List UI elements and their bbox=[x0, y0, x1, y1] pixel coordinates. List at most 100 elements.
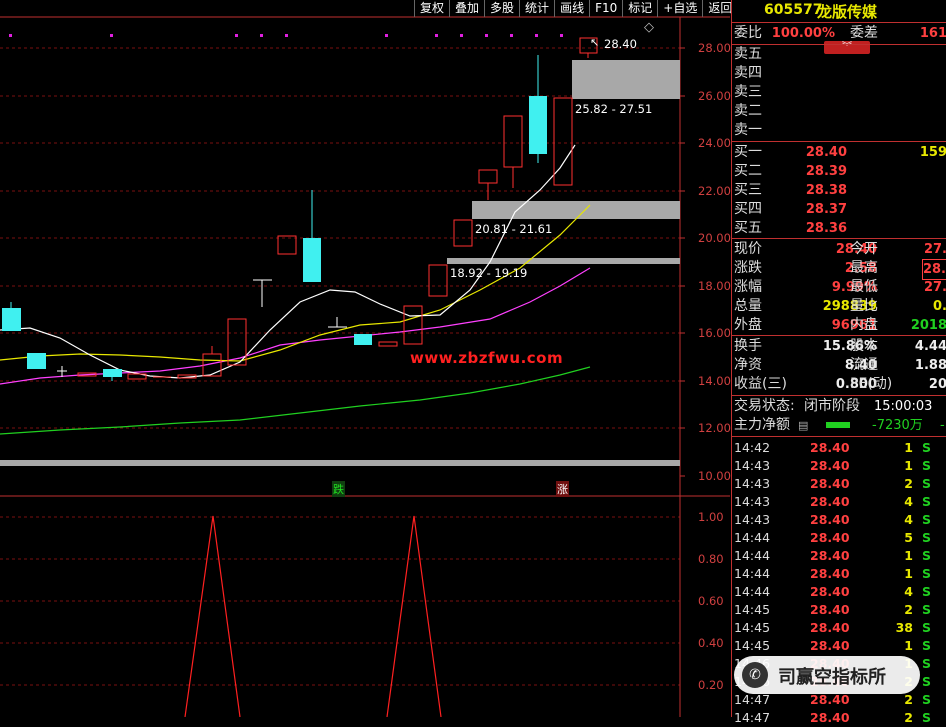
toolbar-overlay-button[interactable]: 叠加 bbox=[449, 0, 484, 17]
stat-label: 净资 bbox=[734, 357, 762, 373]
stat-label: 今开 bbox=[850, 241, 878, 257]
price-tick: 28.00 bbox=[698, 41, 731, 55]
tick-price: 28.40 bbox=[810, 548, 850, 563]
indicator-line bbox=[184, 515, 241, 717]
zone-label-upper: 25.82 - 27.51 bbox=[575, 102, 653, 116]
chart-toolbar: 复权 叠加 多股 统计 画线 F10 标记 +自选 返回 bbox=[414, 0, 737, 17]
price-tick: 16.00 bbox=[698, 326, 731, 340]
sell-row: 卖一 bbox=[732, 121, 946, 140]
price-gridlines bbox=[0, 47, 680, 686]
price-tick: 12.00 bbox=[698, 421, 731, 435]
stat-row: 涨跌 2.58 最高 28. bbox=[732, 259, 946, 280]
stat-label: 现价 bbox=[734, 241, 762, 257]
indicator-tick: 0.60 bbox=[698, 594, 724, 608]
toolbar-mark-button[interactable]: 标记 bbox=[622, 0, 657, 17]
tick-time: 14:43 bbox=[734, 512, 771, 527]
tick-side: S bbox=[921, 620, 931, 635]
tick-side: S bbox=[921, 566, 931, 581]
toolbar-draw-line-button[interactable]: 画线 bbox=[554, 0, 589, 17]
sell-label: 卖四 bbox=[734, 65, 762, 81]
price-tick: 22.00 bbox=[698, 184, 731, 198]
trade-time: 15:00:03 bbox=[874, 399, 933, 414]
toolbar-restore-rights-button[interactable]: 复权 bbox=[414, 0, 449, 17]
buy-row: 买四 28.37 bbox=[732, 200, 946, 219]
buy-row: 买五 28.36 bbox=[732, 219, 946, 238]
stat-label: 换手 bbox=[734, 338, 762, 354]
stat-value: 1.88 bbox=[914, 358, 946, 373]
tick-side: S bbox=[921, 512, 931, 527]
last-price-arrow-icon: ↖ bbox=[590, 36, 600, 49]
tick-price: 28.40 bbox=[810, 602, 850, 617]
stat-label: 外盘 bbox=[734, 317, 762, 333]
price-tick: 24.00 bbox=[698, 136, 731, 150]
buy-price: 28.40 bbox=[805, 145, 847, 160]
zone-label-middle: 20.81 - 21.61 bbox=[475, 222, 553, 236]
buy-label: 买五 bbox=[734, 220, 762, 236]
indicator-tick: 0.40 bbox=[698, 636, 724, 650]
zone-label-lower: 18.92 - 19.19 bbox=[450, 266, 528, 280]
expand-diamond-icon[interactable]: ◇ bbox=[644, 20, 654, 35]
toolbar-multi-stock-button[interactable]: 多股 bbox=[484, 0, 519, 17]
tick-price: 28.40 bbox=[810, 710, 850, 725]
stat-label: 总量 bbox=[734, 298, 762, 314]
indicator-tick: 0.20 bbox=[698, 678, 724, 692]
stat-label: 股本 bbox=[850, 338, 878, 354]
tick-price: 28.40 bbox=[810, 512, 850, 527]
tick-row: 14:43 28.40 4 S bbox=[732, 493, 946, 511]
tick-price: 28.40 bbox=[810, 620, 850, 635]
weicha-value: 161 bbox=[919, 26, 946, 41]
tick-volume: 1 bbox=[904, 548, 913, 563]
tick-row: 14:42 28.40 1 S bbox=[732, 439, 946, 457]
stock-header: 605577 龙版传媒 bbox=[732, 0, 946, 22]
tick-row: 14:43 28.40 4 S bbox=[732, 511, 946, 529]
toolbar-statistics-button[interactable]: 统计 bbox=[519, 0, 554, 17]
stat-label: 涨跌 bbox=[734, 260, 762, 276]
tick-side: S bbox=[921, 458, 931, 473]
price-tick: 26.00 bbox=[698, 89, 731, 103]
tick-time: 14:43 bbox=[734, 494, 771, 509]
tick-time: 14:43 bbox=[734, 476, 771, 491]
list-icon[interactable]: ▤ bbox=[798, 416, 808, 435]
tick-time: 14:44 bbox=[734, 548, 771, 563]
tick-row: 14:43 28.40 1 S bbox=[732, 457, 946, 475]
stat-row: 总量 298839 量比 0. bbox=[732, 297, 946, 316]
tick-price: 28.40 bbox=[810, 638, 850, 653]
price-tick: 10.00 bbox=[698, 469, 731, 483]
buy-price: 28.36 bbox=[805, 221, 847, 236]
price-zones bbox=[0, 60, 680, 466]
sell-row: 卖二 bbox=[732, 102, 946, 121]
tick-side: S bbox=[921, 548, 931, 563]
wechat-icon: ✆ bbox=[742, 662, 768, 688]
tick-price: 28.40 bbox=[810, 530, 850, 545]
ma60-line bbox=[0, 366, 591, 435]
tick-side: S bbox=[921, 656, 931, 671]
toolbar-f10-button[interactable]: F10 bbox=[589, 0, 622, 17]
tick-volume: 4 bbox=[904, 494, 913, 509]
tick-volume: 38 bbox=[895, 620, 913, 635]
main-net-value: -7230万 bbox=[872, 418, 923, 433]
kline-chart[interactable]: 复权 叠加 多股 统计 画线 F10 标记 +自选 返回 ◇ ↖ 28.40 2… bbox=[0, 0, 732, 717]
stock-code: 605577 bbox=[764, 2, 823, 18]
tick-time: 14:45 bbox=[734, 620, 771, 635]
stock-name: 龙版传媒 bbox=[817, 3, 878, 21]
trade-status-value: 闭市阶段 bbox=[804, 398, 860, 414]
tick-side: S bbox=[921, 476, 931, 491]
buy-label: 买一 bbox=[734, 144, 762, 160]
stat-label: 内盘 bbox=[850, 317, 878, 333]
tick-volume: 1 bbox=[904, 458, 913, 473]
tick-time: 14:44 bbox=[734, 584, 771, 599]
tick-side: S bbox=[921, 692, 931, 707]
tick-price: 28.40 bbox=[810, 458, 850, 473]
buy-volume: 159 bbox=[919, 145, 946, 160]
stat-label: PE(动) bbox=[850, 376, 893, 392]
main-net-bar bbox=[826, 422, 850, 428]
stat-label: 流通 bbox=[850, 357, 878, 373]
main-net-row: 主力净额 ▤ -7230万 - bbox=[732, 416, 946, 435]
signal-dots bbox=[9, 34, 563, 37]
toolbar-add-watchlist-button[interactable]: +自选 bbox=[657, 0, 702, 17]
tick-price: 28.40 bbox=[810, 440, 850, 455]
tick-row: 14:47 28.40 2 S bbox=[732, 709, 946, 727]
tick-side: S bbox=[921, 584, 931, 599]
tick-price: 28.40 bbox=[810, 476, 850, 491]
buy-price: 28.37 bbox=[805, 202, 847, 217]
